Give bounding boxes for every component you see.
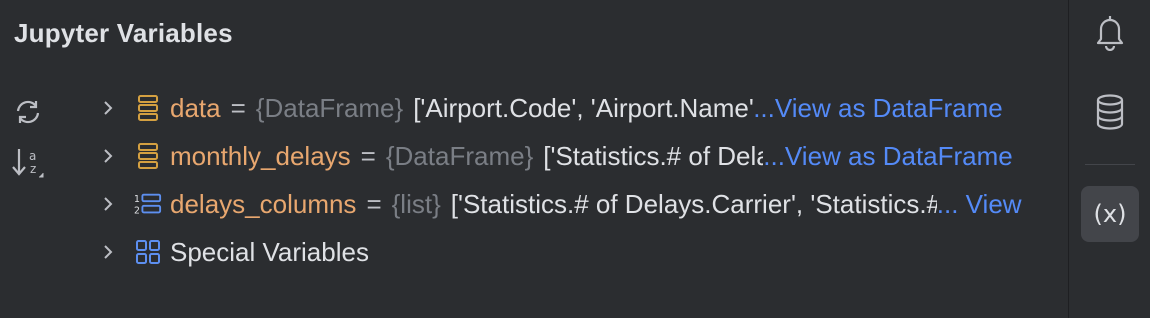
- special-variables-icon: [134, 238, 162, 266]
- svg-text:1: 1: [134, 194, 140, 205]
- svg-text:a: a: [29, 149, 36, 163]
- toolbar-separator: [1085, 164, 1135, 165]
- variable-type: {DataFrame}: [385, 140, 534, 171]
- variables-tree: data = {DataFrame} ['Airport.Code', 'Air…: [96, 84, 1068, 276]
- variables-icon: (x): [1093, 200, 1127, 228]
- view-link[interactable]: ... View: [937, 189, 1022, 220]
- chevron-right-icon[interactable]: [96, 96, 120, 120]
- panel-title: Jupyter Variables: [14, 18, 233, 48]
- variable-name: monthly_delays: [170, 140, 351, 171]
- svg-text:2: 2: [134, 205, 140, 216]
- view-as-dataframe-link[interactable]: ...View as DataFrame: [753, 93, 1003, 124]
- variable-row-monthly-delays[interactable]: monthly_delays = {DataFrame} ['Statistic…: [96, 132, 1068, 180]
- svg-text:z: z: [30, 162, 36, 176]
- jupyter-variables-panel: Jupyter Variables a z data = {DataFrame}…: [0, 0, 1068, 318]
- jupyter-variables-button[interactable]: (x): [1081, 186, 1139, 242]
- variable-value: ['Statistics.# of Delays.Carrier': [543, 140, 763, 171]
- variable-row-delays-columns[interactable]: 1 2 delays_columns = {list} ['Statistics…: [96, 180, 1068, 228]
- view-as-dataframe-link[interactable]: ...View as DataFrame: [763, 141, 1013, 172]
- chevron-right-icon[interactable]: [96, 192, 120, 216]
- variable-name: data: [170, 92, 221, 123]
- sort-button[interactable]: a z: [10, 145, 46, 181]
- dataframe-icon: [134, 142, 162, 170]
- variable-value: ['Airport.Code', 'Airport.Name', 'Airpor…: [413, 92, 754, 123]
- equals-sign: =: [230, 92, 246, 123]
- equals-sign: =: [366, 188, 382, 219]
- refresh-icon: [12, 98, 44, 126]
- database-button[interactable]: [1081, 86, 1139, 142]
- variable-name: delays_columns: [170, 188, 357, 219]
- bell-icon: [1093, 13, 1127, 56]
- chevron-right-icon[interactable]: [96, 240, 120, 264]
- variable-row-data[interactable]: data = {DataFrame} ['Airport.Code', 'Air…: [96, 84, 1068, 132]
- special-variables-label: Special Variables: [170, 236, 369, 267]
- variable-value: ['Statistics.# of Delays.Carrier', 'Stat…: [450, 188, 937, 219]
- notifications-button[interactable]: [1081, 6, 1139, 62]
- variable-type: {DataFrame}: [255, 92, 404, 123]
- variable-type: {list}: [391, 188, 441, 219]
- right-tool-strip: (x): [1068, 0, 1150, 318]
- chevron-right-icon[interactable]: [96, 144, 120, 168]
- dataframe-icon: [134, 94, 162, 122]
- special-variables-row[interactable]: Special Variables: [96, 228, 1068, 276]
- refresh-button[interactable]: [10, 94, 46, 130]
- list-icon: 1 2: [134, 190, 162, 218]
- equals-sign: =: [360, 140, 376, 171]
- database-icon: [1093, 93, 1127, 136]
- sort-alpha-icon: a z: [11, 145, 45, 181]
